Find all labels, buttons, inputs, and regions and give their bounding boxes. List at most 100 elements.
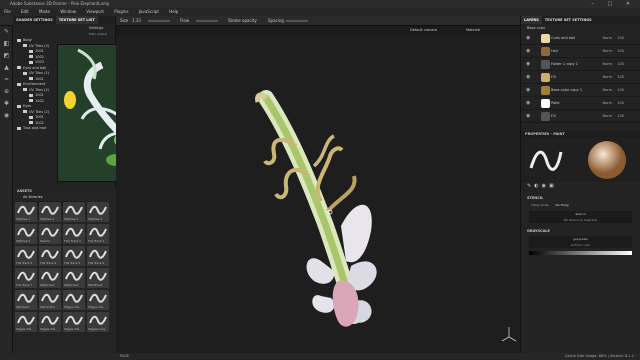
layer-blend-mode[interactable]: Norm <box>602 97 612 110</box>
menu-mode[interactable]: Mode <box>39 9 50 14</box>
close-button[interactable]: ✕ <box>626 1 636 7</box>
layer-blend-mode[interactable]: Norm <box>602 45 612 58</box>
bake-icon[interactable]: ◉ <box>0 110 13 122</box>
visibility-eye-icon[interactable]: ◉ <box>526 84 530 97</box>
layer-opacity[interactable]: 100 <box>617 58 624 71</box>
menu-plugins[interactable]: Plugins <box>114 9 128 14</box>
tab-texture-set-settings[interactable]: TEXTURE SET SETTINGS <box>542 16 595 24</box>
maximize-button[interactable]: □ <box>607 1 618 7</box>
menu-edit[interactable]: Edit <box>21 9 29 14</box>
texture-set-swatch <box>17 126 21 130</box>
minimize-button[interactable]: – <box>591 1 600 7</box>
grayscale-slider[interactable] <box>529 251 632 255</box>
brush-thumbnail[interactable]: Swarm <box>39 224 61 244</box>
tab-texture-set-list[interactable]: TEXTURE SET LIST <box>55 16 98 24</box>
all-libraries-item[interactable]: All libraries <box>13 194 116 200</box>
menu-help[interactable]: Help <box>169 9 178 14</box>
brush-thumbnail[interactable]: The Track 3 <box>15 246 37 266</box>
flow-slider[interactable] <box>196 20 218 22</box>
geometry-mask-icon[interactable]: ▲ <box>0 62 13 74</box>
brush-thumbnail[interactable]: The Track 5 <box>63 246 85 266</box>
paint-brush-icon[interactable]: ✎ <box>0 26 13 38</box>
brush-thumbnail[interactable]: Wiggle Tile <box>39 312 61 332</box>
stencil-icon[interactable]: ▣ <box>549 183 554 189</box>
menu-javascript[interactable]: JavaScript <box>139 9 159 14</box>
size-slider[interactable] <box>148 20 170 22</box>
brush-thumbnail[interactable]: Stitches 2 <box>39 202 61 222</box>
brush-thumbnail[interactable]: The Track 2 <box>87 224 109 244</box>
brush-thumbnail[interactable]: Stitches 3 <box>63 202 85 222</box>
menu-file[interactable]: File <box>4 9 11 14</box>
projection-icon[interactable]: ◩ <box>0 50 13 62</box>
layer-row[interactable]: ◉ Curls and ball Norm 100 <box>521 32 640 45</box>
brush-thumbnail[interactable]: Wet Soft A <box>39 290 61 310</box>
brush-thumbnail[interactable]: Thin Track 1 <box>63 224 85 244</box>
tab-shader-settings[interactable]: SHADER SETTINGS <box>13 16 56 24</box>
layer-blend-mode[interactable]: Norm <box>602 32 612 45</box>
layer-blend-mode[interactable]: Norm <box>602 71 612 84</box>
brush-thumbnail[interactable]: Wiggle Long <box>87 312 109 332</box>
eraser-icon[interactable]: ◧ <box>0 38 13 50</box>
brush-thumbnail[interactable]: The Track 4 <box>39 246 61 266</box>
3d-viewport[interactable] <box>116 26 520 353</box>
layer-row[interactable]: ◉ Base color copy 1 Norm 100 <box>521 84 640 97</box>
layer-opacity[interactable]: 100 <box>617 97 624 110</box>
texture-set-label: 1001 <box>35 49 44 53</box>
brush-thumbnail[interactable]: Wiggle Tile <box>63 312 85 332</box>
camera-dropdown[interactable]: Default camera <box>410 26 437 35</box>
brush-thumbnail[interactable]: Wiggle Tile <box>63 290 85 310</box>
visibility-eye-icon[interactable]: ◉ <box>526 45 530 58</box>
layer-opacity[interactable]: 100 <box>617 110 624 123</box>
alpha-icon[interactable]: ◐ <box>534 183 538 189</box>
channel-dropdown[interactable]: Base color <box>521 24 640 32</box>
brush-thumbnail[interactable]: Stitches 4 <box>87 202 109 222</box>
size-value[interactable]: 1.33 <box>132 16 141 26</box>
brush-thumbnail[interactable]: Stitches 5 <box>15 224 37 244</box>
layer-opacity[interactable]: 100 <box>617 84 624 97</box>
brush-thumbnail[interactable]: Wiggle Tile <box>15 312 37 332</box>
brush-thumbnail[interactable]: Wet Brush <box>87 268 109 288</box>
layer-row[interactable]: ◉ Fill Norm 100 <box>521 71 640 84</box>
stroke-opacity-label[interactable]: Stroke opacity <box>228 16 257 26</box>
layer-blend-mode[interactable]: Norm <box>602 84 612 97</box>
visibility-eye-icon[interactable]: ◉ <box>526 58 530 71</box>
brush-thumbnail[interactable]: Watercolor <box>63 268 85 288</box>
picker-icon[interactable]: ✱ <box>0 98 13 110</box>
layer-row[interactable]: ◉ Fill Norm 100 <box>521 110 640 123</box>
brush-thumbnail[interactable]: The Track 7 <box>15 268 37 288</box>
brush-thumbnail[interactable]: Wet Hard <box>15 290 37 310</box>
material-icon[interactable]: ◉ <box>542 183 546 189</box>
layer-row[interactable]: ◉ Paint Norm 100 <box>521 97 640 110</box>
brush-thumbnail[interactable]: Watercolor <box>39 268 61 288</box>
visibility-eye-icon[interactable]: ◉ <box>526 110 530 123</box>
tiling-mode-dropdown[interactable]: No Tiling <box>555 203 568 207</box>
grayscale-slot[interactable]: grayscale uniform color <box>529 236 632 248</box>
clone-icon[interactable]: ⊕ <box>0 86 13 98</box>
settings-button[interactable]: Settings <box>13 24 115 32</box>
layer-blend-mode[interactable]: Norm <box>602 58 612 71</box>
layer-row[interactable]: ◉ Folder 1 copy 1 Norm 100 <box>521 58 640 71</box>
layer-blend-mode[interactable]: Norm <box>602 110 612 123</box>
layer-opacity[interactable]: 100 <box>617 45 624 58</box>
brush-icon[interactable]: ✎ <box>527 183 531 189</box>
stencil-slot[interactable]: Stencil No Resource Selected <box>529 211 632 223</box>
render-mode-dropdown[interactable]: Material <box>466 26 480 35</box>
visibility-eye-icon[interactable]: ◉ <box>526 97 530 110</box>
smudge-icon[interactable]: ≈ <box>0 74 13 86</box>
tab-layers[interactable]: LAYERS <box>521 16 542 24</box>
window-controls[interactable]: – □ ✕ <box>591 0 636 8</box>
visibility-eye-icon[interactable]: ◉ <box>526 32 530 45</box>
spacing-label[interactable]: Spacing <box>268 16 284 26</box>
brush-thumbnail[interactable]: Stitches 1 <box>15 202 37 222</box>
layer-opacity[interactable]: 100 <box>617 32 624 45</box>
brush-thumbnail[interactable]: Wiggle Tile <box>87 290 109 310</box>
brush-thumbnail[interactable]: The Track 6 <box>87 246 109 266</box>
menu-viewport[interactable]: Viewport <box>86 9 104 14</box>
layer-opacity[interactable]: 100 <box>617 71 624 84</box>
flow-label[interactable]: Flow <box>180 16 189 26</box>
menu-window[interactable]: Window <box>60 9 76 14</box>
spacing-slider[interactable] <box>286 20 308 22</box>
brush-stroke-icon <box>41 315 59 325</box>
layer-row[interactable]: ◉ Hair Norm 100 <box>521 45 640 58</box>
visibility-eye-icon[interactable]: ◉ <box>526 71 530 84</box>
